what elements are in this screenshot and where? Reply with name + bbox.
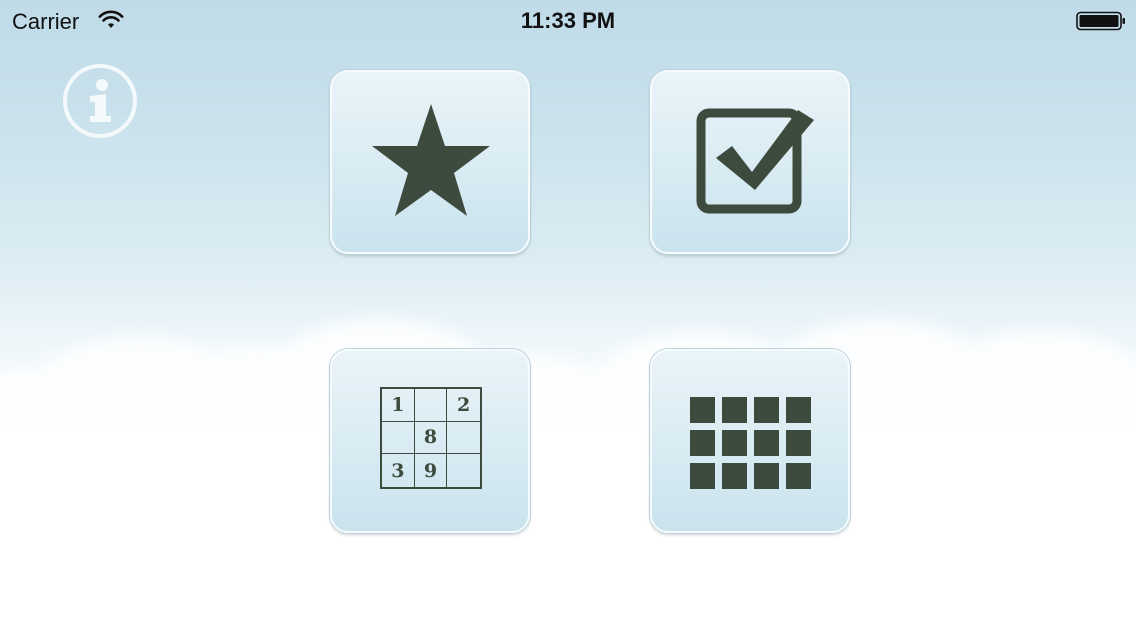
grid-square	[722, 397, 747, 423]
checklist-button[interactable]	[650, 70, 850, 254]
sudoku-cell: 3	[382, 454, 415, 487]
sudoku-grid-icon: 1 2 8 3 9	[380, 387, 482, 489]
grid-square	[754, 430, 779, 456]
status-bar: Carrier 11:33 PM	[0, 0, 1136, 40]
grid-square	[754, 397, 779, 423]
sudoku-cell	[382, 421, 415, 455]
checkbox-checked-icon	[696, 108, 814, 214]
sudoku-cell: 2	[447, 389, 480, 422]
info-icon	[63, 64, 137, 138]
grid-square	[754, 463, 779, 489]
sudoku-button[interactable]: 1 2 8 3 9	[330, 349, 530, 533]
grid-square	[690, 463, 715, 489]
sudoku-cell: 1	[382, 389, 415, 422]
sudoku-cell	[414, 389, 448, 422]
grid-square	[722, 430, 747, 456]
cloud-background	[0, 318, 1136, 640]
grid-square	[786, 397, 811, 423]
grid-icon	[690, 397, 814, 489]
info-button[interactable]	[61, 62, 139, 140]
grid-square	[786, 463, 811, 489]
grid-square	[690, 397, 715, 423]
clock-label: 11:33 PM	[520, 8, 616, 33]
sudoku-cell	[447, 422, 480, 455]
battery-full-icon	[1076, 11, 1125, 31]
grid-square	[690, 430, 715, 456]
sudoku-cell	[447, 454, 480, 487]
grid-square	[786, 430, 811, 456]
star-icon	[372, 104, 490, 216]
grid-menu-button[interactable]	[650, 349, 850, 533]
sudoku-cell: 9	[415, 454, 448, 487]
sudoku-cell: 8	[414, 421, 448, 455]
favorites-button[interactable]	[330, 70, 530, 254]
grid-square	[722, 463, 747, 489]
